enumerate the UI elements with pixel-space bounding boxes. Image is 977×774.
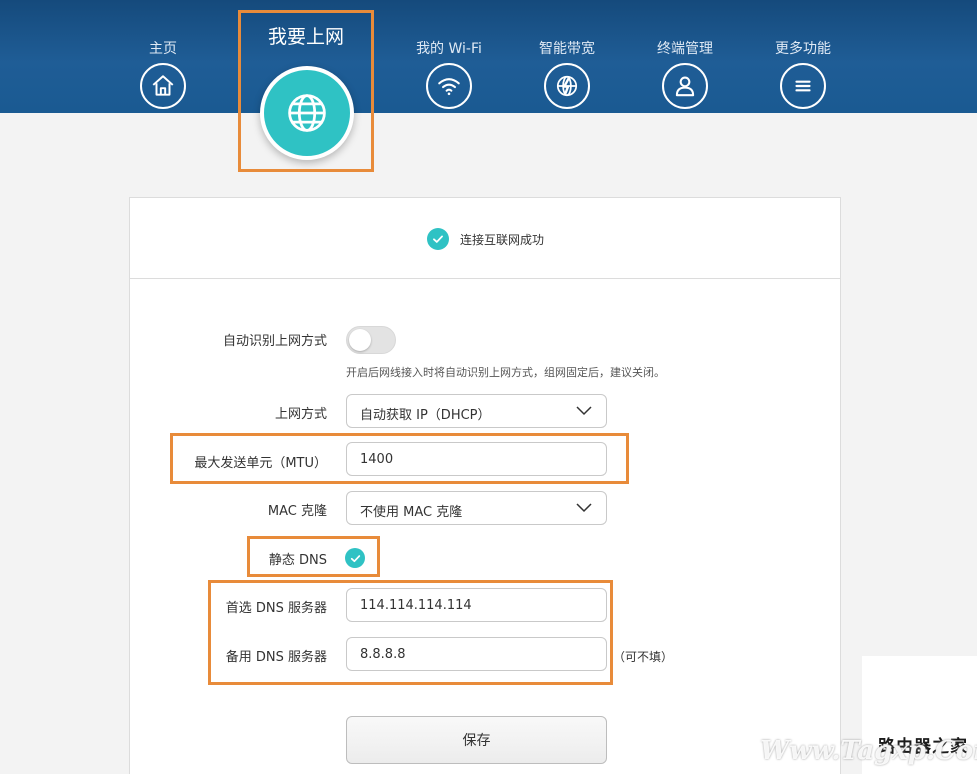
secondary-dns-input[interactable] xyxy=(346,637,607,671)
watermark-url: Www.Tagxp.Com xyxy=(760,736,977,766)
auto-detect-hint: 开启后网线接入时将自动识别上网方式，组网固定后，建议关闭。 xyxy=(346,366,665,379)
chevron-down-icon xyxy=(576,406,592,416)
primary-dns-label: 首选 DNS 服务器 xyxy=(225,601,327,616)
static-dns-label: 静态 DNS xyxy=(268,553,327,568)
nav-more[interactable]: 更多功能 xyxy=(743,0,863,113)
nav-bandwidth-label: 智能带宽 xyxy=(539,41,595,57)
bandwidth-globe-icon xyxy=(544,63,590,109)
mac-clone-label: MAC 克隆 xyxy=(267,504,327,519)
nav-internet-label: 我要上网 xyxy=(267,26,344,48)
mac-clone-value: 不使用 MAC 克隆 xyxy=(360,505,463,520)
wifi-icon xyxy=(426,63,472,109)
check-circle-icon xyxy=(427,228,449,250)
primary-dns-input[interactable] xyxy=(346,588,607,622)
wan-mode-value: 自动获取 IP（DHCP） xyxy=(360,408,491,423)
nav-wifi[interactable]: 我的 Wi-Fi xyxy=(389,0,509,113)
nav-bandwidth[interactable]: 智能带宽 xyxy=(507,0,627,113)
connection-status-row: 连接互联网成功 xyxy=(130,198,840,279)
auto-detect-toggle[interactable] xyxy=(346,326,396,354)
nav-wifi-label: 我的 Wi-Fi xyxy=(416,41,482,57)
auto-detect-label: 自动识别上网方式 xyxy=(222,334,327,349)
nav-devices[interactable]: 终端管理 xyxy=(625,0,745,113)
menu-icon xyxy=(780,63,826,109)
nav-more-label: 更多功能 xyxy=(775,41,831,57)
globe-icon[interactable] xyxy=(260,66,354,160)
mtu-label: 最大发送单元（MTU） xyxy=(194,456,327,471)
nav-home[interactable]: 主页 xyxy=(103,0,223,113)
secondary-dns-label: 备用 DNS 服务器 xyxy=(225,650,327,665)
save-button[interactable]: 保存 xyxy=(346,716,607,764)
toggle-knob xyxy=(349,329,371,351)
wan-mode-label: 上网方式 xyxy=(274,407,327,422)
secondary-dns-optional-note: （可不填） xyxy=(613,650,674,664)
chevron-down-icon xyxy=(576,503,592,513)
connection-status-text: 连接互联网成功 xyxy=(460,233,545,247)
settings-panel: 连接互联网成功 xyxy=(129,197,841,774)
wan-mode-select[interactable]: 自动获取 IP（DHCP） xyxy=(346,394,607,428)
home-icon xyxy=(140,63,186,109)
nav-home-label: 主页 xyxy=(149,41,177,57)
static-dns-checkbox[interactable] xyxy=(345,548,365,568)
user-icon xyxy=(662,63,708,109)
nav-devices-label: 终端管理 xyxy=(657,41,713,57)
mac-clone-select[interactable]: 不使用 MAC 克隆 xyxy=(346,491,607,525)
mtu-input[interactable] xyxy=(346,442,607,476)
